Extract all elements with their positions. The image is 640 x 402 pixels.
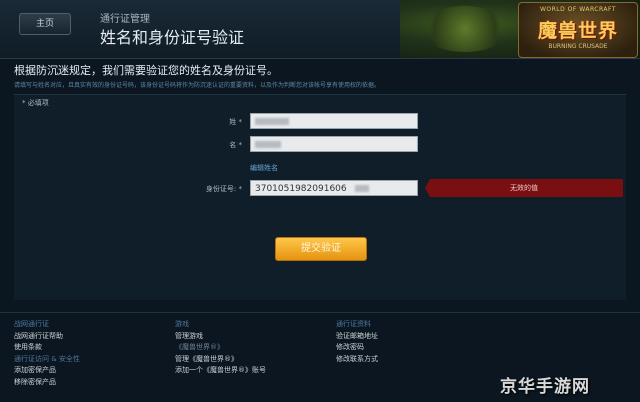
footer-link-manage-wow[interactable]: 管理《魔兽世界®》 [175, 354, 266, 366]
id-number-input[interactable]: 3701051982091606 [250, 180, 418, 196]
game-banner: WORLD OF WARCRAFT 魔兽世界 BURNING CRUSADE [400, 0, 640, 58]
page-header: 主页 通行证管理 姓名和身份证号验证 WORLD OF WARCRAFT 魔兽世… [0, 0, 640, 59]
footer-column-games: 游戏 管理游戏 《魔兽世界®》 管理《魔兽世界®》 添加一个《魔兽世界®》账号 [175, 319, 266, 377]
id-number-label: 身份证号: * [205, 185, 242, 193]
wow-logo: WORLD OF WARCRAFT 魔兽世界 BURNING CRUSADE [518, 2, 638, 58]
footer-heading: 通行证资料 [336, 320, 371, 328]
intro-text: 根据防沉迷规定，我们需要验证您的姓名及身份证号。 [14, 64, 278, 77]
site-watermark: 京华手游网 [500, 377, 590, 397]
error-tooltip: 无效的值 [425, 179, 623, 197]
footer-link-remove-authenticator[interactable]: 移除密保产品 [14, 377, 80, 389]
footer-link-add-authenticator[interactable]: 添加密保产品 [14, 365, 80, 377]
redacted-value [355, 185, 369, 192]
footer-link-verify-email[interactable]: 验证邮箱地址 [336, 331, 378, 343]
footer-link-help[interactable]: 战网通行证帮助 [14, 331, 80, 343]
footer-column-account: 战网通行证 战网通行证帮助 使用条款 通行证访问 & 安全性 添加密保产品 移除… [14, 319, 80, 388]
logo-english-text: WORLD OF WARCRAFT [539, 6, 617, 13]
breadcrumb: 通行证管理 [100, 14, 150, 25]
footer-heading: 通行证访问 & 安全性 [14, 354, 80, 363]
id-number-value: 3701051982091606 [255, 184, 347, 194]
surname-label: 姓 * [229, 118, 242, 126]
footer-link-manage-games[interactable]: 管理游戏 [175, 331, 266, 343]
footer-link-add-wow-account[interactable]: 添加一个《魔兽世界®》账号 [175, 365, 266, 377]
logo-title: 魔兽世界 [537, 20, 618, 42]
footer-column-profile: 通行证资料 验证邮箱地址 修改密码 修改联系方式 [336, 319, 378, 365]
home-button[interactable]: 主页 [19, 13, 71, 35]
name-label: 名 * [229, 141, 242, 149]
logo-subtitle: BURNING CRUSADE [548, 43, 608, 50]
banner-artwork [420, 6, 510, 52]
intro-note: 请填写与姓名对应，且真实有效的身份证号码，该身份证号码将作为防沉迷认证的重要资料… [14, 82, 381, 89]
submit-verification-button[interactable]: 提交验证 [275, 237, 367, 261]
footer-heading: 战网通行证 [14, 320, 49, 328]
footer-game-name: 《魔兽世界®》 [175, 343, 224, 351]
required-note: * 必填项 [22, 99, 49, 107]
footer-link-change-contact[interactable]: 修改联系方式 [336, 354, 378, 366]
footer-link-change-password[interactable]: 修改密码 [336, 342, 378, 354]
redacted-value [255, 118, 289, 125]
name-input[interactable] [250, 136, 418, 152]
page-title: 姓名和身份证号验证 [100, 28, 245, 47]
footer-link-terms[interactable]: 使用条款 [14, 342, 80, 354]
redacted-value [255, 141, 281, 148]
surname-input[interactable] [250, 113, 418, 129]
edit-name-link[interactable]: 编辑姓名 [250, 163, 278, 173]
footer-heading: 游戏 [175, 320, 189, 328]
